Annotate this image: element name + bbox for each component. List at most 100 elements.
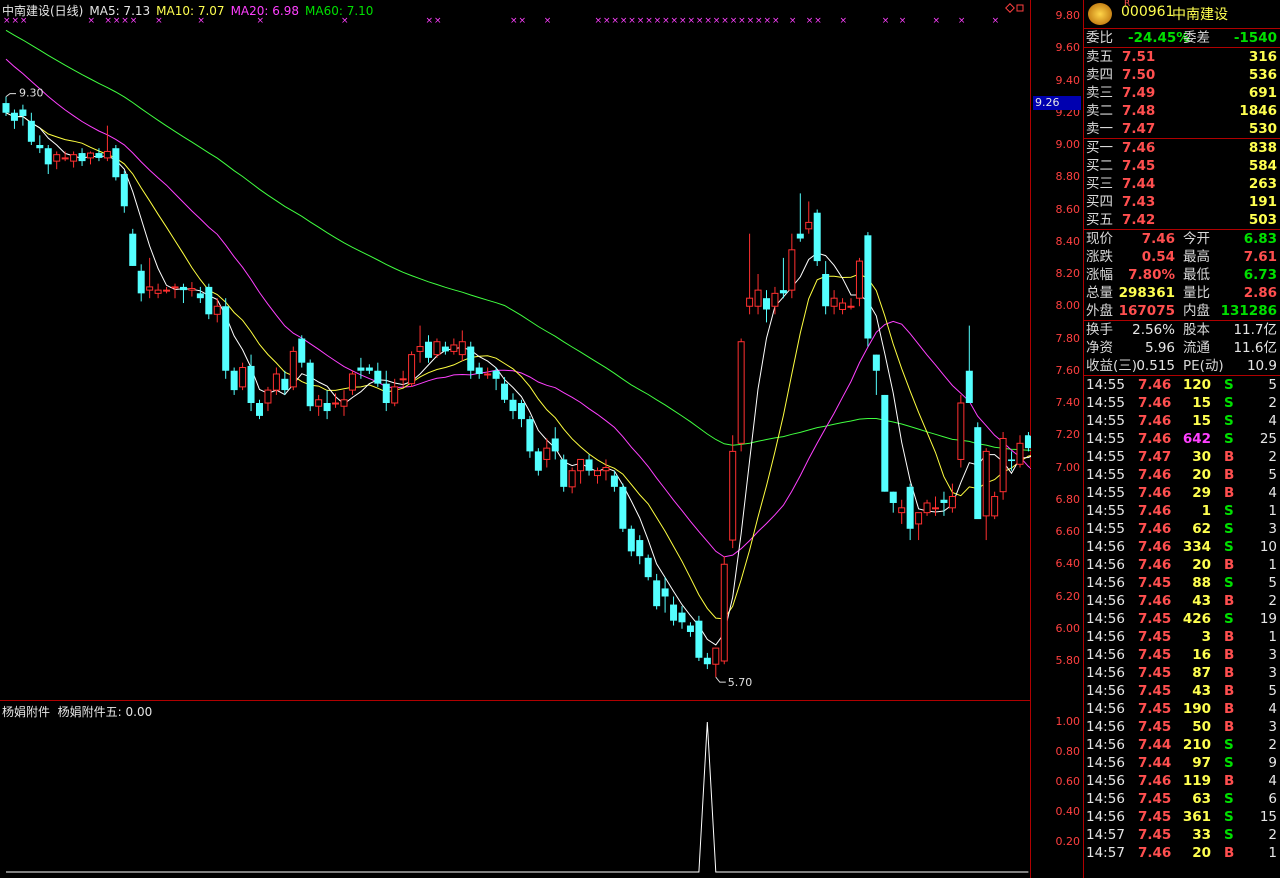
trade-side: S [1224, 575, 1234, 591]
stat-row: 涨幅 7.80% 最低 6.73 [1084, 266, 1280, 284]
bid-row: 买四 7.43 191 [1084, 193, 1280, 211]
candle-body [864, 235, 872, 339]
sub-tick: 0.40 [1055, 805, 1081, 818]
trade-side: B [1224, 557, 1235, 573]
trade-row: 14:56 7.45 43 B 5 [1084, 682, 1280, 700]
candle-body [889, 491, 897, 503]
fund-label: 换手 [1086, 322, 1113, 338]
bid-volume: 191 [1248, 194, 1277, 210]
ask-volume: 530 [1248, 121, 1277, 137]
candle-body [146, 286, 154, 291]
fundamentals-block: 换手 2.56% 股本 11.7亿 净资 5.96 流通 11.6亿 收益(三) 0.515 PE(… [1084, 321, 1280, 376]
trade-count: 2 [1268, 593, 1277, 609]
trade-side: S [1224, 827, 1234, 843]
trade-price: 7.46 [1138, 557, 1172, 573]
trade-time: 14:56 [1086, 701, 1125, 717]
trade-price: 7.45 [1138, 629, 1172, 645]
trade-count: 3 [1268, 647, 1277, 663]
trade-price: 7.45 [1138, 611, 1172, 627]
trade-row: 14:57 7.45 33 S 2 [1084, 826, 1280, 844]
trade-price: 7.46 [1138, 413, 1172, 429]
candle-body [1008, 459, 1016, 462]
stat-value: 6.73 [1243, 267, 1277, 283]
low-annotation: 5.70 [728, 676, 753, 689]
candle-body [323, 403, 331, 412]
signal-marker: × [764, 16, 772, 26]
trade-volume: 1 [1201, 503, 1211, 519]
trade-side: S [1224, 611, 1234, 627]
candle-body [196, 293, 204, 299]
trade-count: 3 [1268, 719, 1277, 735]
stock-code[interactable]: 000961 [1121, 4, 1174, 20]
candle-body [872, 354, 880, 371]
candle-body [450, 344, 458, 352]
trade-count: 3 [1268, 521, 1277, 537]
trade-price: 7.46 [1138, 521, 1172, 537]
trade-side: S [1224, 791, 1234, 807]
fund-label: 收益(三) [1086, 358, 1138, 374]
trade-row: 14:56 7.44 210 S 2 [1084, 736, 1280, 754]
quote-panel: R 000961 中南建设 委比 -24.45% 委差 -1540 卖五 7.51… [1083, 0, 1280, 878]
price-tick: 7.80 [1055, 331, 1081, 345]
candle-body [703, 657, 711, 665]
candle-body [999, 437, 1007, 493]
ma60-line [5, 29, 1031, 451]
high-annotation: 9.30 [19, 87, 44, 100]
trade-time: 14:55 [1086, 503, 1125, 519]
candle-body [965, 370, 973, 403]
trade-count: 5 [1268, 683, 1277, 699]
signal-marker: × [426, 16, 434, 26]
candle-body [78, 153, 86, 162]
ma20-legend: MA20: 6.98 [230, 4, 299, 18]
trade-ticks[interactable]: 14:55 7.46 120 S 5 14:55 7.46 15 S 2 14:55 7.46 15 S 4… [1084, 376, 1280, 862]
sub-chart-header: 杨娟附件 杨娟附件五: 0.00 [2, 703, 152, 720]
trade-time: 14:56 [1086, 755, 1125, 771]
sub-tick: 0.80 [1055, 745, 1081, 758]
trade-count: 5 [1268, 467, 1277, 483]
weibi-value: -24.45% [1128, 30, 1190, 46]
trade-time: 14:55 [1086, 377, 1125, 393]
candle-body [619, 486, 627, 529]
trade-time: 14:56 [1086, 737, 1125, 753]
stat-value: 7.80% [1128, 267, 1175, 283]
bid-price: 7.45 [1122, 158, 1156, 174]
price-tick: 6.80 [1055, 492, 1081, 506]
bid-label: 买五 [1086, 212, 1113, 228]
chart-header: 中南建设(日线) MA5: 7.13 MA10: 7.07 MA20: 6.98 MA6… [2, 2, 379, 19]
trade-row: 14:56 7.46 119 B 4 [1084, 772, 1280, 790]
trade-volume: 190 [1182, 701, 1211, 717]
kline-chart[interactable]: × × × × × × × × × × × × × × × × × × × × × × × × × × × × × × × × × × × × × × × ×… [0, 0, 1031, 878]
trade-time: 14:56 [1086, 791, 1125, 807]
ask-row: 卖五 7.51 316 [1084, 48, 1280, 66]
stat-row: 外盘 167075 内盘 131286 [1084, 302, 1280, 320]
stat-label: 量比 [1183, 285, 1210, 301]
trade-price: 7.46 [1138, 431, 1172, 447]
price-axis: 9.80 9.60 9.40 9.20 9.00 8.80 8.60 8.40 8.20 8.00… [1031, 0, 1083, 878]
diamond-icon [1005, 3, 1015, 13]
candle-body [881, 394, 889, 492]
stock-name[interactable]: 中南建设 [1172, 4, 1228, 24]
trade-volume: 120 [1182, 377, 1211, 393]
quote-header: R 000961 中南建设 [1084, 0, 1280, 29]
stat-value: 7.46 [1141, 231, 1175, 247]
signal-marker: × [992, 16, 1000, 26]
price-tick: 8.00 [1055, 299, 1081, 313]
trade-count: 1 [1268, 845, 1277, 861]
signal-marker: × [679, 16, 687, 26]
trade-time: 14:55 [1086, 395, 1125, 411]
candle-body [399, 378, 407, 381]
signal-marker: × [510, 16, 518, 26]
signal-marker: × [704, 16, 712, 26]
trade-side: B [1224, 773, 1235, 789]
bid-price: 7.46 [1122, 140, 1156, 156]
trade-row: 14:55 7.46 1 S 1 [1084, 502, 1280, 520]
candle-body [332, 402, 340, 405]
trade-time: 14:56 [1086, 575, 1125, 591]
trade-time: 14:56 [1086, 611, 1125, 627]
trade-time: 14:56 [1086, 593, 1125, 609]
stat-value: 7.61 [1243, 249, 1277, 265]
stat-label: 内盘 [1183, 303, 1210, 319]
weibi-row: 委比 -24.45% 委差 -1540 [1084, 29, 1280, 48]
candle-body [1016, 442, 1024, 465]
candle-body [991, 496, 999, 517]
